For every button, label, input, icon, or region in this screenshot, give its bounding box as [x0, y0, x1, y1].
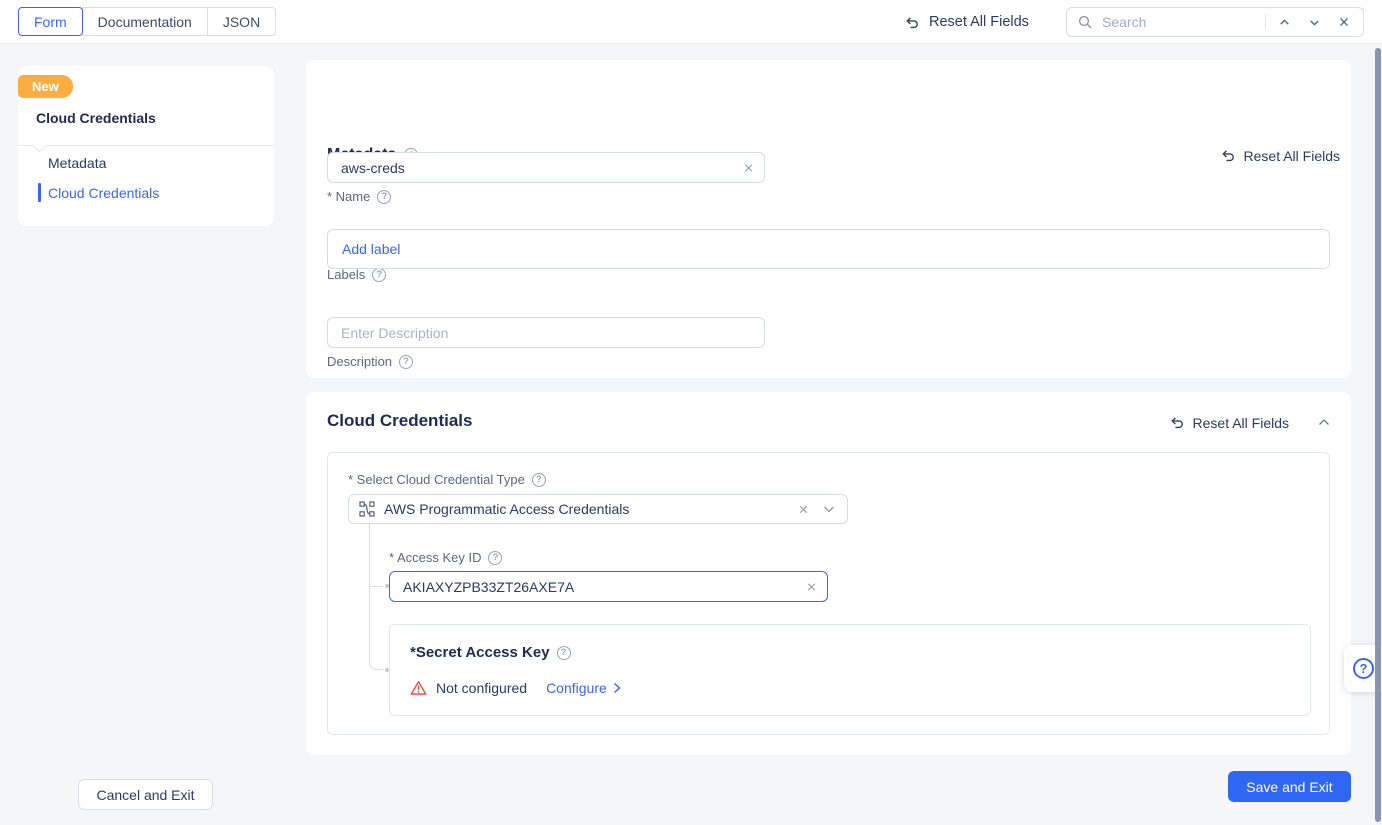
credential-type-label-text: * Select Cloud Credential Type: [348, 472, 525, 487]
sidebar-item-metadata[interactable]: Metadata: [48, 155, 106, 171]
description-field-label: Description ?: [327, 354, 413, 369]
cloud-credentials-section: Cloud Credentials Reset All Fields * Sel…: [306, 392, 1351, 755]
name-input[interactable]: [327, 152, 765, 183]
metadata-reset-label: Reset All Fields: [1244, 148, 1340, 164]
cancel-button-label: Cancel and Exit: [96, 787, 194, 803]
configure-link-label: Configure: [546, 680, 607, 696]
vertical-scrollbar[interactable]: [1375, 48, 1381, 822]
cloud-credentials-section-title: Cloud Credentials: [327, 411, 472, 431]
tab-form[interactable]: Form: [18, 7, 83, 36]
top-bar: Form Documentation JSON Reset All Fields: [0, 0, 1382, 44]
secret-access-key-title-text: *Secret Access Key: [410, 644, 550, 661]
tree-guide-connector: [369, 586, 383, 587]
search-box: [1066, 7, 1364, 37]
reset-all-fields-label: Reset All Fields: [929, 14, 1029, 30]
metadata-reset-all-fields-button[interactable]: Reset All Fields: [1219, 147, 1340, 164]
description-input-wrap: [327, 317, 765, 348]
sidebar-item-metadata-label: Metadata: [48, 155, 106, 171]
tree-guide-corner: [369, 660, 383, 670]
branch-nodes-icon: [359, 501, 375, 517]
chevron-right-icon: [613, 682, 621, 694]
view-tab-group: Form Documentation JSON: [18, 7, 276, 36]
description-input[interactable]: [327, 317, 765, 348]
metadata-section: Metadata ? Reset All Fields * Name ? Lab…: [306, 60, 1351, 378]
access-key-label: * Access Key ID ?: [389, 550, 502, 565]
secret-access-key-help-icon[interactable]: ?: [557, 646, 571, 660]
tab-json[interactable]: JSON: [207, 7, 276, 36]
credential-type-select[interactable]: AWS Programmatic Access Credentials: [348, 494, 848, 524]
name-input-wrap: [327, 152, 765, 183]
secret-status-text: Not configured: [436, 680, 527, 696]
rollback-icon: [1168, 414, 1185, 431]
cancel-and-exit-button[interactable]: Cancel and Exit: [78, 779, 213, 810]
credential-fields-container: * Select Cloud Credential Type ? AWS Pro…: [327, 452, 1330, 735]
secret-access-key-panel: *Secret Access Key ? Not configured Conf…: [389, 624, 1311, 716]
section-collapse-chevron-up-icon[interactable]: [1318, 418, 1330, 427]
save-and-exit-button[interactable]: Save and Exit: [1228, 771, 1351, 802]
cloud-credentials-reset-label: Reset All Fields: [1193, 415, 1289, 431]
credential-type-help-icon[interactable]: ?: [532, 473, 546, 487]
sidebar-item-cloud-credentials[interactable]: Cloud Credentials: [48, 185, 159, 201]
secret-status-row: Not configured Configure: [410, 680, 621, 696]
description-help-icon[interactable]: ?: [399, 355, 413, 369]
search-input[interactable]: [1100, 13, 1258, 31]
secret-access-key-title: *Secret Access Key ?: [410, 644, 571, 661]
save-button-label: Save and Exit: [1246, 779, 1332, 795]
description-label-text: Description: [327, 354, 392, 369]
access-key-clear-icon[interactable]: [806, 581, 817, 592]
configure-secret-link[interactable]: Configure: [546, 680, 621, 696]
search-icon: [1077, 14, 1093, 30]
name-clear-icon[interactable]: [743, 162, 754, 173]
access-key-label-text: * Access Key ID: [389, 550, 481, 565]
tree-guide-vertical-line: [369, 524, 370, 660]
name-help-icon[interactable]: ?: [377, 190, 391, 204]
search-divider: [1265, 14, 1266, 30]
wizard-sidebar: New Cloud Credentials Metadata Cloud Cre…: [18, 66, 274, 226]
labels-help-icon[interactable]: ?: [372, 268, 386, 282]
tab-documentation-label: Documentation: [98, 14, 192, 30]
credential-type-label: * Select Cloud Credential Type ?: [348, 472, 546, 487]
search-prev-chevron-up-icon[interactable]: [1273, 14, 1296, 31]
new-badge-label: New: [32, 79, 59, 94]
name-label-text: * Name: [327, 189, 370, 204]
name-field-label: * Name ?: [327, 189, 391, 204]
warning-triangle-icon: [410, 680, 427, 696]
cloud-credentials-reset-all-fields-button[interactable]: Reset All Fields: [1168, 414, 1289, 431]
new-status-badge: New: [18, 75, 73, 98]
labels-input-area[interactable]: Add label: [327, 229, 1330, 269]
sidebar-divider-notch-icon: [32, 145, 47, 153]
labels-label-text: Labels: [327, 267, 365, 282]
sidebar-divider: [18, 145, 274, 146]
credential-type-clear-icon[interactable]: [798, 504, 809, 515]
access-key-input[interactable]: [389, 571, 828, 602]
sidebar-item-cloud-credentials-label: Cloud Credentials: [48, 185, 159, 201]
question-mark-icon: ?: [1353, 658, 1374, 679]
cloud-credentials-title-text: Cloud Credentials: [327, 411, 472, 431]
credential-type-chevron-down-icon[interactable]: [823, 505, 835, 514]
tab-json-label: JSON: [223, 14, 260, 30]
add-label-link[interactable]: Add label: [342, 241, 400, 257]
sidebar-active-indicator: [38, 183, 41, 202]
rollback-icon: [1219, 147, 1236, 164]
labels-field-label: Labels ?: [327, 267, 386, 282]
access-key-input-wrap: [389, 571, 828, 602]
reset-all-fields-top-button[interactable]: Reset All Fields: [903, 0, 1029, 44]
search-close-icon[interactable]: [1333, 14, 1355, 30]
tab-form-label: Form: [34, 14, 67, 30]
access-key-help-icon[interactable]: ?: [488, 551, 502, 565]
tab-documentation[interactable]: Documentation: [82, 7, 208, 36]
sidebar-title: Cloud Credentials: [36, 110, 156, 126]
search-next-chevron-down-icon[interactable]: [1303, 14, 1326, 31]
credential-type-selected-value: AWS Programmatic Access Credentials: [384, 501, 789, 517]
rollback-icon: [903, 14, 920, 31]
